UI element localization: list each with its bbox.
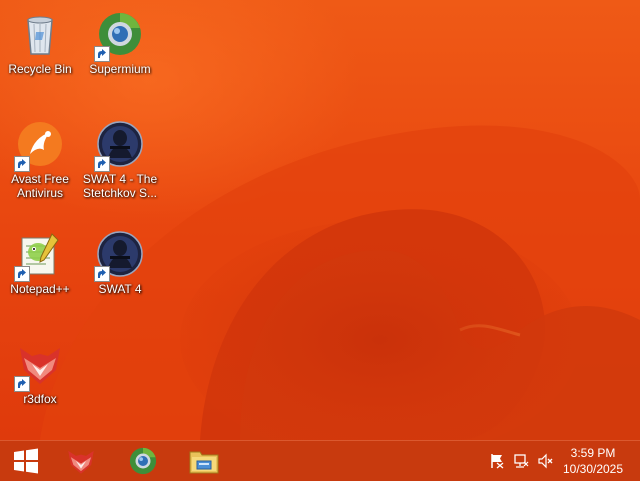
taskbar-file-explorer-button[interactable] [178, 441, 230, 481]
desktop-icon-notepad-plus-plus[interactable]: Notepad++ [0, 224, 80, 324]
taskbar-r3dfox-button[interactable] [55, 441, 107, 481]
supermium-icon [94, 10, 144, 62]
shortcut-arrow-icon [14, 266, 30, 282]
desktop-icon-swat4[interactable]: SWAT 4 [80, 224, 160, 324]
desktop-icon-r3dfox[interactable]: r3dfox [0, 334, 80, 434]
volume-muted-icon[interactable] [537, 453, 553, 469]
shortcut-arrow-icon [94, 156, 110, 172]
recycle-bin-icon [16, 10, 64, 58]
clock-time: 3:59 PM [570, 446, 616, 460]
desktop-icon-label: Recycle Bin [8, 62, 72, 76]
r3dfox-icon [14, 340, 64, 392]
desktop-icon-label: SWAT 4 - The Stetchkov S... [82, 172, 158, 200]
action-center-flag-icon[interactable] [489, 453, 505, 469]
desktop-icon-swat4-expansion[interactable]: SWAT 4 - The Stetchkov S... [80, 114, 160, 214]
windows-start-icon [14, 448, 38, 474]
avast-icon [14, 120, 64, 172]
shortcut-arrow-icon [94, 46, 110, 62]
swat4-expansion-icon [94, 120, 144, 172]
file-explorer-icon [189, 451, 219, 474]
taskbar-supermium-button[interactable] [117, 441, 169, 481]
desktop[interactable]: Recycle Bin Supermium Avast Free Antivir… [0, 0, 640, 440]
supermium-icon [129, 447, 157, 475]
shortcut-arrow-icon [14, 156, 30, 172]
desktop-icon-label: Notepad++ [10, 282, 70, 296]
taskbar: 3:59 PM 10/30/2025 [0, 440, 640, 481]
clock-date: 10/30/2025 [562, 462, 624, 476]
swat4-icon [94, 230, 144, 282]
desktop-icon-label: r3dfox [23, 392, 57, 406]
r3dfox-icon [68, 450, 94, 474]
desktop-icon-label: Supermium [89, 62, 151, 76]
desktop-icon-avast[interactable]: Avast Free Antivirus [0, 114, 80, 214]
notepad-plus-plus-icon [14, 230, 64, 282]
desktop-icon-supermium[interactable]: Supermium [80, 4, 160, 104]
start-button[interactable] [0, 441, 52, 481]
desktop-icon-recycle-bin[interactable]: Recycle Bin [0, 4, 80, 104]
shortcut-arrow-icon [14, 376, 30, 392]
taskbar-clock[interactable]: 3:59 PM 10/30/2025 [558, 445, 628, 477]
network-icon[interactable] [513, 453, 529, 469]
desktop-icon-label: Avast Free Antivirus [11, 172, 69, 200]
shortcut-arrow-icon [94, 266, 110, 282]
desktop-icon-label: SWAT 4 [98, 282, 142, 296]
